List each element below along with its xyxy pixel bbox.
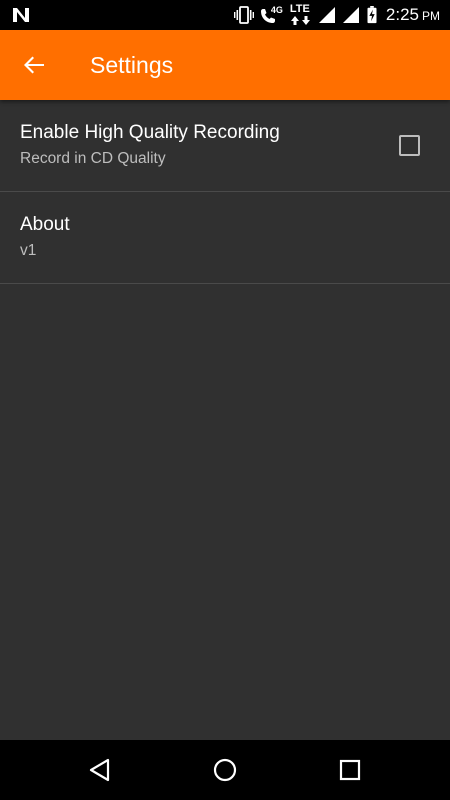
page-title: Settings [90,52,174,78]
setting-summary: Record in CD Quality [20,150,166,167]
setting-title: About [20,214,70,235]
setting-about[interactable]: About v1 [0,192,450,284]
high-quality-checkbox[interactable] [399,135,420,156]
clock: 2:25 PM [386,0,440,31]
home-circle-icon [213,758,237,782]
battery-charging-icon [367,6,377,24]
back-button[interactable] [14,45,54,85]
setting-high-quality-recording[interactable]: Enable High Quality Recording Record in … [0,100,450,192]
clock-ampm: PM [422,8,440,23]
n-notification-icon [13,8,29,22]
network-4g-label: 4G [270,5,283,15]
nav-back-button[interactable] [80,750,120,790]
setting-title: Enable High Quality Recording [20,122,280,143]
nav-home-button[interactable] [205,750,245,790]
clock-time: 2:25 [385,4,419,24]
nav-recents-button[interactable] [330,750,370,790]
lte-label: LTE [289,3,310,15]
setting-summary: v1 [20,242,37,259]
phone-4g-icon: 4G [260,5,284,25]
signal-icon [342,7,359,23]
status-icons: 4G LTE 2:25 PM [233,0,440,31]
back-triangle-icon [89,758,110,782]
arrow-back-icon [24,56,44,74]
screen: 4G LTE 2:25 PM Settings Enable High Qual… [0,0,450,800]
signal-icon [318,7,335,23]
recents-square-icon [339,759,361,781]
vibrate-icon [233,6,254,24]
app-bar: Settings [0,30,450,100]
settings-list: Enable High Quality Recording Record in … [0,100,450,284]
nav-bar [0,740,450,800]
status-bar: 4G LTE 2:25 PM [0,0,450,30]
lte-icon: LTE [290,4,312,26]
